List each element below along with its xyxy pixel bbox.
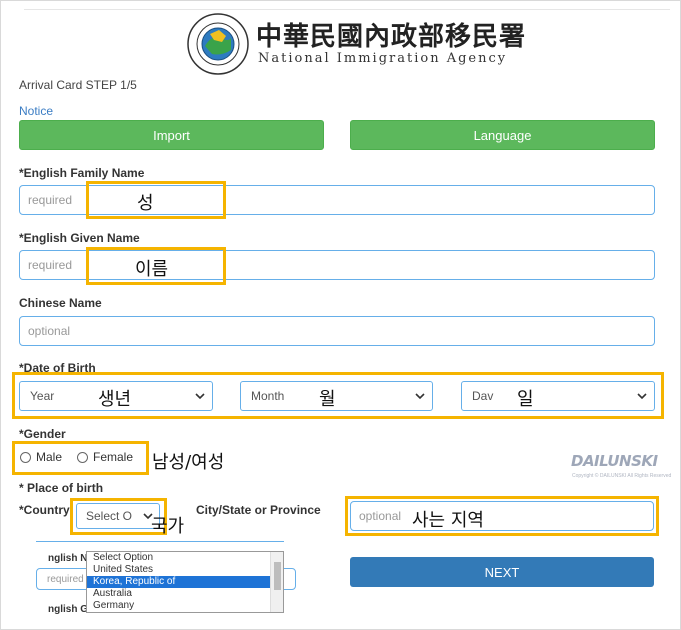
- annotation-gender: 남성/여성: [152, 452, 225, 473]
- country-select-value: Select O: [86, 509, 133, 523]
- country-option-selected[interactable]: Korea, Republic of: [87, 576, 283, 588]
- gender-label: *Gender: [19, 427, 66, 441]
- chevron-down-icon: [637, 393, 647, 400]
- partial-field-label: nglish N: [48, 553, 88, 564]
- dropdown-scroll-thumb[interactable]: [274, 562, 281, 590]
- chinese-name-input[interactable]: optional: [19, 316, 655, 346]
- annotation-dob-day: 일: [517, 389, 534, 410]
- radio-circle-icon: [20, 451, 31, 463]
- gender-female-label: Female: [93, 450, 134, 464]
- annotation-given-name: 이름: [135, 259, 169, 280]
- step-indicator: Arrival Card STEP 1/5: [19, 78, 137, 92]
- dob-month-select[interactable]: Month: [240, 381, 433, 411]
- city-label: City/State or Province: [196, 503, 321, 517]
- gender-female-radio[interactable]: Female: [77, 450, 133, 464]
- watermark-copyright: Copyright © DAILUNSKI All Rights Reserve…: [572, 473, 672, 479]
- dob-year-value: Year: [30, 389, 55, 403]
- next-button[interactable]: NEXT: [350, 557, 654, 587]
- country-option[interactable]: United States: [87, 564, 283, 576]
- chinese-name-placeholder: optional: [28, 324, 71, 338]
- country-select[interactable]: Select O: [76, 503, 160, 529]
- country-dropdown-list[interactable]: Select Option United States Korea, Repub…: [86, 551, 284, 613]
- dob-day-select[interactable]: Dav: [461, 381, 655, 411]
- dob-day-value: Dav: [472, 389, 494, 403]
- annotation-dob-month: 월: [319, 389, 336, 410]
- divider: [36, 541, 284, 542]
- partial-field-label: nglish G: [48, 604, 88, 615]
- gender-male-radio[interactable]: Male: [20, 450, 62, 464]
- family-name-placeholder: required: [28, 193, 73, 207]
- place-of-birth-label: * Place of birth: [19, 481, 104, 495]
- chinese-name-label: Chinese Name: [19, 296, 102, 310]
- watermark-logo: DAILUNSKI: [571, 452, 658, 470]
- city-input[interactable]: optional: [350, 501, 654, 531]
- import-button[interactable]: Import: [19, 120, 324, 150]
- city-placeholder: optional: [359, 509, 402, 523]
- given-name-label: *English Given Name: [19, 231, 140, 245]
- family-name-label: *English Family Name: [19, 166, 145, 180]
- top-divider: [24, 9, 670, 10]
- gender-male-label: Male: [36, 450, 63, 464]
- annotation-family-name: 성: [137, 193, 154, 214]
- country-option[interactable]: Australia: [87, 588, 283, 600]
- language-button[interactable]: Language: [350, 120, 655, 150]
- given-name-placeholder: required: [28, 258, 73, 272]
- country-label: *Country: [19, 503, 70, 517]
- partial-input-placeholder: required: [47, 573, 84, 585]
- annotation-country: 국가: [151, 516, 185, 537]
- dob-month-value: Month: [251, 389, 285, 403]
- chevron-down-icon: [195, 393, 205, 400]
- country-option[interactable]: Select Option: [87, 552, 283, 564]
- agency-title-zh: 中華民國內政部移民署: [256, 22, 527, 52]
- annotation-dob-year: 생년: [98, 389, 132, 410]
- radio-circle-icon: [77, 451, 88, 463]
- country-option[interactable]: Germany: [87, 600, 283, 612]
- agency-logo: [186, 12, 250, 76]
- annotation-city: 사는 지역: [412, 510, 484, 531]
- highlight-box: [86, 181, 226, 219]
- agency-title-en: National Immigration Agency: [258, 51, 508, 66]
- notice-link[interactable]: Notice: [19, 104, 53, 118]
- chevron-down-icon: [415, 393, 425, 400]
